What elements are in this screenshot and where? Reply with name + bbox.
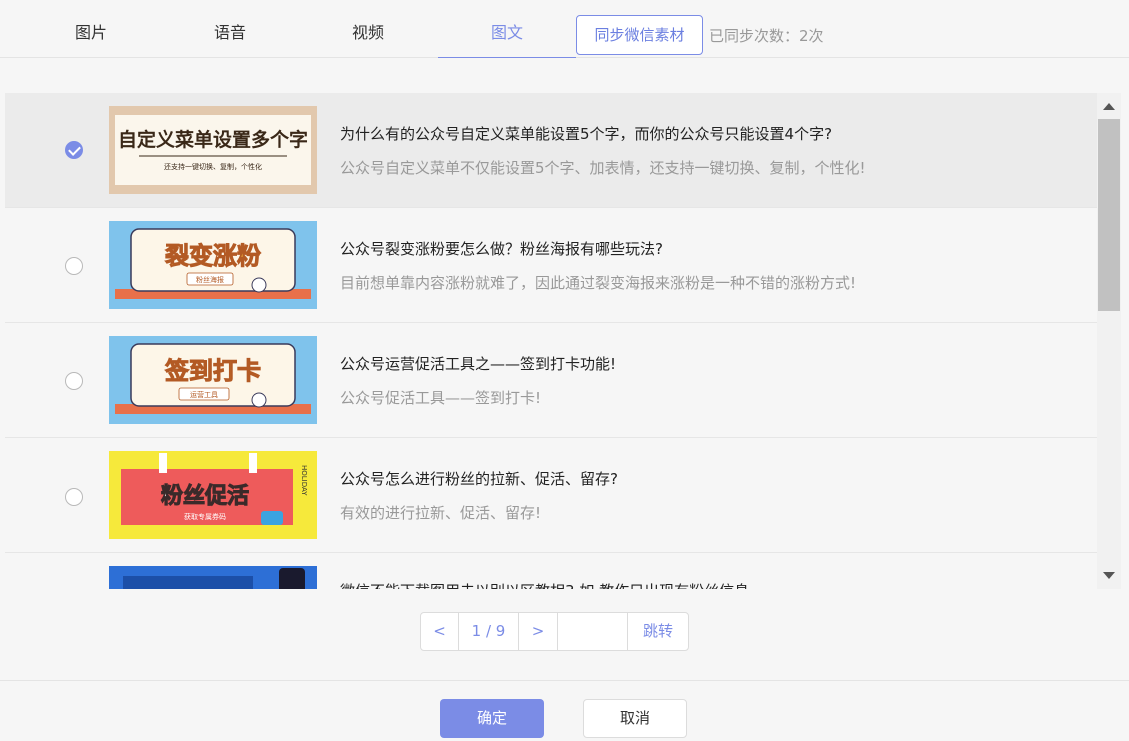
thumb-sub: 粉丝海报 — [196, 275, 224, 284]
article-desc: 目前想单靠内容涨粉就难了，因此通过裂变海报来涨粉是一种不错的涨粉方式! — [340, 274, 857, 292]
tab-voice[interactable]: 语音 — [161, 0, 299, 58]
list-scrollbar[interactable] — [1097, 93, 1121, 589]
article-desc: 公众号促活工具——签到打卡! — [340, 389, 542, 407]
article-title: 公众号怎么进行粉丝的拉新、促活、留存? — [340, 470, 618, 488]
thumb-sub: 还支持一键切换、复制，个性化 — [164, 162, 262, 171]
article-item[interactable]: 微信不能下载图用去以别以区教相3 如 教作只出现有粉丝信息 — [5, 553, 1097, 589]
thumb-sub: 获取专属券码 — [184, 512, 226, 521]
thumb-sub: 运营工具 — [190, 390, 218, 399]
article-desc: 公众号自定义菜单不仅能设置5个字、加表情，还支持一键切换、复制，个性化! — [340, 159, 866, 177]
jump-button[interactable]: 跳转 — [628, 613, 688, 650]
scrollbar-thumb[interactable] — [1098, 119, 1120, 311]
article-title: 为什么有的公众号自定义菜单能设置5个字，而你的公众号只能设置4个字? — [340, 125, 833, 143]
prev-page-button[interactable]: < — [421, 613, 459, 650]
article-item[interactable]: 粉丝促活 获取专属券码 HOLIDAY 公众号怎么进行粉丝的拉新、促活、留存? … — [5, 438, 1097, 553]
sync-wechat-button[interactable]: 同步微信素材 — [576, 15, 703, 55]
article-title: 公众号运营促活工具之——签到打卡功能! — [340, 355, 617, 373]
tab-images[interactable]: 图片 — [22, 0, 160, 58]
pagination: < 1 / 9 > 跳转 — [420, 612, 689, 651]
page-number-input[interactable] — [558, 613, 628, 650]
scroll-up-icon[interactable] — [1103, 103, 1115, 110]
cancel-button[interactable]: 取消 — [583, 699, 687, 738]
article-thumbnail: 裂变涨粉 粉丝海报 — [109, 221, 317, 309]
article-thumbnail: 粉丝促活 获取专属券码 HOLIDAY — [109, 451, 317, 539]
article-item[interactable]: 自定义菜单设置多个字 还支持一键切换、复制，个性化 为什么有的公众号自定义菜单能… — [5, 93, 1097, 208]
radio-button[interactable] — [65, 488, 83, 506]
thumb-heading: 签到打卡 — [164, 357, 261, 385]
article-desc: 有效的进行拉新、促活、留存! — [340, 504, 542, 522]
thumb-side: HOLIDAY — [300, 465, 308, 496]
article-title: 微信不能下载图用去以别以区教相3 如 教作只出现有粉丝信息 — [340, 580, 749, 589]
thumb-heading: 裂变涨粉 — [165, 242, 261, 270]
next-page-button[interactable]: > — [519, 613, 558, 650]
tab-articles[interactable]: 图文 — [438, 0, 576, 58]
article-list[interactable]: 自定义菜单设置多个字 还支持一键切换、复制，个性化 为什么有的公众号自定义菜单能… — [5, 93, 1121, 589]
sync-count-text: 已同步次数：2次 — [709, 27, 824, 45]
tab-bar: 图片 语音 视频 图文 同步微信素材 已同步次数：2次 — [0, 0, 1129, 58]
article-thumbnail: 签到打卡 运营工具 — [109, 336, 317, 424]
radio-button[interactable] — [65, 372, 83, 390]
radio-button[interactable] — [65, 141, 83, 159]
article-title: 公众号裂变涨粉要怎么做？粉丝海报有哪些玩法? — [340, 240, 663, 258]
dialog-footer: 确定 取消 — [0, 680, 1129, 741]
article-thumbnail — [109, 566, 317, 589]
thumb-heading: 粉丝促活 — [161, 483, 249, 509]
page-indicator: 1 / 9 — [459, 613, 519, 650]
radio-button[interactable] — [65, 257, 83, 275]
tab-video[interactable]: 视频 — [299, 0, 437, 58]
article-item[interactable]: 签到打卡 运营工具 公众号运营促活工具之——签到打卡功能! 公众号促活工具——签… — [5, 323, 1097, 438]
thumb-heading: 自定义菜单设置多个字 — [118, 128, 308, 151]
confirm-button[interactable]: 确定 — [440, 699, 544, 738]
scroll-down-icon[interactable] — [1103, 572, 1115, 579]
article-thumbnail: 自定义菜单设置多个字 还支持一键切换、复制，个性化 — [109, 106, 317, 194]
article-item[interactable]: 裂变涨粉 粉丝海报 公众号裂变涨粉要怎么做？粉丝海报有哪些玩法? 目前想单靠内容… — [5, 208, 1097, 323]
